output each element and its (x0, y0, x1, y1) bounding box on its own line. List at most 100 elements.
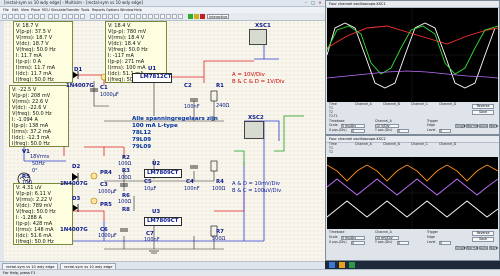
taskbar-app-icon[interactable] (329, 262, 335, 268)
stop-icon[interactable] (200, 14, 205, 19)
scope1-reverse-button[interactable]: Reverse (472, 104, 494, 109)
taskbar (325, 261, 500, 269)
maximize-button[interactable]: □ (310, 1, 316, 5)
taskbar-multisim-icon[interactable] (349, 262, 355, 268)
scope1-chD-label: Channel_D (439, 102, 457, 106)
new-file-icon[interactable] (2, 14, 7, 19)
toolbar: Interactive (0, 13, 325, 21)
scope2-level-label: Level (427, 240, 436, 244)
label-C3: C3 (100, 182, 108, 188)
scope2-waveforms (326, 157, 499, 229)
place-misc-icon[interactable] (178, 14, 183, 19)
place-basic-icon[interactable] (130, 14, 135, 19)
scope2-single-button[interactable]: Single (455, 246, 466, 250)
scope1-none-button[interactable]: None (489, 124, 498, 128)
schematic-canvas[interactable]: V: 18.7 V V(p-p): 37.5 V V(rms): 18.7 V V(d… (4, 21, 325, 261)
probe-readout-top-left[interactable]: V: 18.7 V V(p-p): 37.5 V V(rms): 18.7 V V(d… (13, 21, 73, 83)
label-D1: D1 (74, 67, 83, 73)
scope2-xpos-field[interactable]: 0 (351, 241, 365, 245)
label-V1: V1 (22, 149, 30, 155)
redo-icon[interactable] (54, 14, 59, 19)
label-D2-model: 1N4007G (60, 181, 88, 187)
label-U3: U3 (152, 209, 161, 215)
erc-icon[interactable] (108, 14, 113, 19)
scope1-normal-button[interactable]: Normal (466, 124, 479, 128)
place-analog-icon[interactable] (148, 14, 153, 19)
scope2-xpos-label: X pos.(Div) (329, 240, 347, 244)
label-R8: R8 (122, 207, 130, 213)
cut-icon[interactable] (28, 14, 33, 19)
scope2-chD-label: Channel_D (439, 142, 457, 146)
label-XSC2: XSC2 (248, 115, 264, 121)
label-XSC1: XSC1 (255, 23, 271, 29)
place-diode-icon[interactable] (136, 14, 141, 19)
paste-icon[interactable] (40, 14, 45, 19)
label-D1-model: 1N4007G (66, 83, 94, 89)
scope2-channel-label: Channel_A (375, 230, 392, 234)
zoom-in-icon[interactable] (62, 14, 67, 19)
scope2-save-button[interactable]: Save (472, 237, 494, 242)
print-icon[interactable] (20, 14, 25, 19)
place-power-icon[interactable] (172, 14, 177, 19)
pause-icon[interactable] (194, 14, 199, 19)
scope2-auto-button[interactable]: Auto (479, 246, 488, 250)
place-indicator-icon[interactable] (166, 14, 171, 19)
scope1-waveforms (326, 8, 499, 102)
label-C7-value: 100nF (144, 237, 160, 243)
run-icon[interactable] (188, 14, 193, 19)
scope1-single-button[interactable]: Single (455, 124, 466, 128)
label-R4: R4 (216, 179, 224, 185)
spreadsheet-icon[interactable] (114, 14, 119, 19)
close-button[interactable]: × (317, 1, 323, 5)
minimize-button[interactable]: – (303, 1, 309, 5)
oscilloscope-xsc1-icon[interactable] (249, 29, 267, 45)
scope2-trace-purple (326, 178, 499, 196)
scope2-normal-button[interactable]: Normal (466, 246, 479, 250)
capacitor-C6-symbol (120, 228, 128, 232)
scope2-reverse-button[interactable]: Reverse (472, 231, 494, 236)
postprocessor-icon[interactable] (102, 14, 107, 19)
oscilloscope-xsc2-icon[interactable] (244, 121, 264, 139)
grapher-icon[interactable] (96, 14, 101, 19)
scope1-auto-button[interactable]: Auto (479, 124, 488, 128)
scope-xsc1-window: Four channel oscilloscope-XSC1 Time T1 T… (325, 0, 500, 135)
zoom-area-icon[interactable] (74, 14, 79, 19)
label-V1-freq: 50Hz (32, 161, 45, 167)
multisim-main-window: [rectal-sym vs 10 wdy edge] - Multisim -… (0, 0, 325, 275)
undo-icon[interactable] (48, 14, 53, 19)
taskbar-folder-icon[interactable] (339, 262, 345, 268)
scope2-level-field[interactable]: 0 (439, 241, 451, 245)
scope2-none-button[interactable]: None (489, 246, 498, 250)
label-D3: D3 (72, 196, 81, 202)
label-V1-rms: 18Vrms (30, 154, 50, 160)
label-R1: R1 (216, 83, 224, 89)
zoom-fit-icon[interactable] (80, 14, 85, 19)
scope2-ypos-field[interactable]: 0 (397, 241, 409, 245)
scope1-xpos-field[interactable]: 0 (351, 129, 365, 133)
place-ttl-icon[interactable] (154, 14, 159, 19)
interactive-selector[interactable]: Interactive (207, 14, 229, 19)
place-cmos-icon[interactable] (160, 14, 165, 19)
place-transistor-icon[interactable] (142, 14, 147, 19)
probe-readout-mid-left[interactable]: V: -22.5 V V(p-p): 208 mV V(rms): 22.6 V V(… (9, 85, 69, 147)
label-PR4: PR4 (100, 170, 112, 176)
label-R6-value: 100Ω (118, 199, 132, 205)
copy-icon[interactable] (34, 14, 39, 19)
label-C6-value: 1000µF (98, 233, 117, 239)
scope1-chA-label: Channel_A (355, 102, 372, 106)
label-R1-value: 240Ω (216, 103, 230, 109)
component-icon[interactable] (90, 14, 95, 19)
note-regulators-title: Alle spanningregelaars zijn (132, 116, 218, 122)
scope2-trace-orange (326, 164, 499, 182)
note-scope1-scale-bcd: B & C & D = 1V/Div (232, 79, 285, 85)
save-icon[interactable] (14, 14, 19, 19)
title-bar: [rectal-sym vs 10 wdy edge] - Multisim -… (0, 0, 325, 7)
open-file-icon[interactable] (8, 14, 13, 19)
scope1-save-button[interactable]: Save (472, 110, 494, 115)
label-C4-value: 100nF (184, 186, 200, 192)
zoom-out-icon[interactable] (68, 14, 73, 19)
probe-readout-bottom-left[interactable]: V: 4.31 uV V(p-p): 6.11 V V(rms): 2.22 V V(… (13, 183, 73, 245)
scope1-level-field[interactable]: 0 (439, 129, 451, 133)
scope1-ypos-field[interactable]: 0 (397, 129, 409, 133)
place-source-icon[interactable] (124, 14, 129, 19)
